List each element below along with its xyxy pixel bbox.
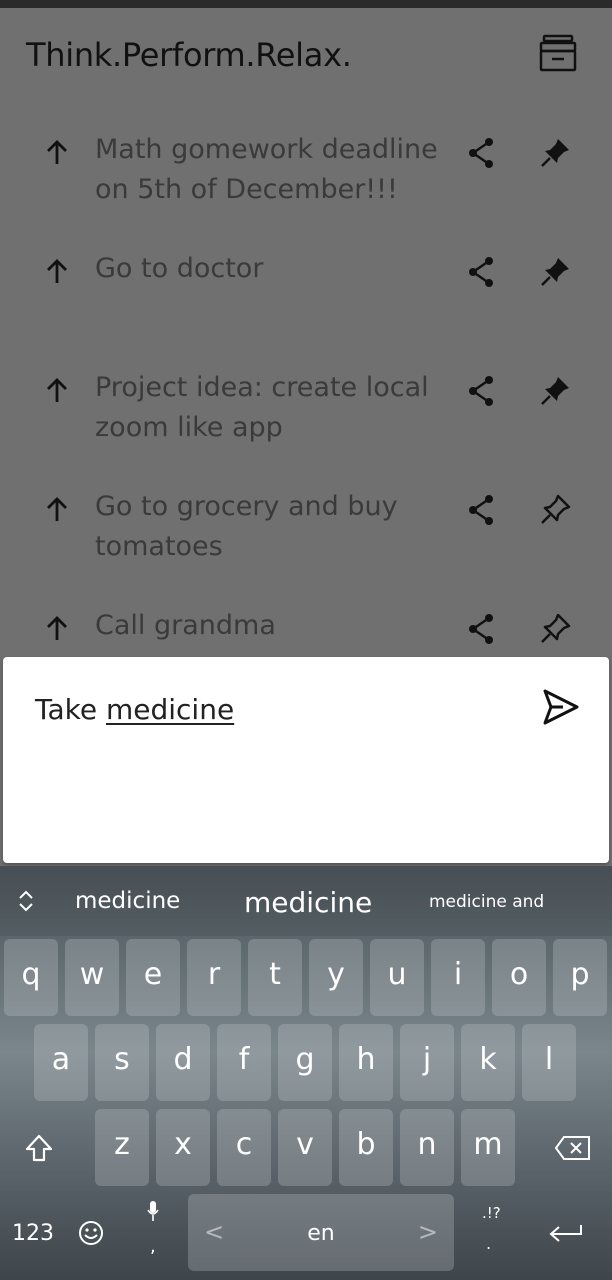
microphone-icon[interactable] xyxy=(146,1200,160,1222)
pin-icon[interactable] xyxy=(538,374,572,408)
key-a[interactable]: a xyxy=(34,1024,88,1101)
emoji-icon[interactable] xyxy=(78,1220,104,1246)
key-r[interactable]: r xyxy=(187,939,241,1016)
key-m[interactable]: m xyxy=(461,1109,515,1186)
key-g[interactable]: g xyxy=(278,1024,332,1101)
new-task-composer[interactable]: Take medicine xyxy=(3,657,609,863)
key-z[interactable]: z xyxy=(95,1109,149,1186)
suggestion-right[interactable]: medicine and xyxy=(429,892,544,912)
punctuation-hint: .!? xyxy=(482,1204,501,1222)
period-key[interactable]: . xyxy=(486,1234,491,1253)
share-icon[interactable] xyxy=(466,255,496,289)
backspace-icon xyxy=(554,1136,590,1160)
space-language-label: en xyxy=(307,1221,335,1246)
key-t[interactable]: t xyxy=(248,939,302,1016)
suggestion-bar: medicine medicine medicine and xyxy=(0,866,612,936)
chevron-right-icon: > xyxy=(417,1218,438,1246)
task-text: Go to grocery and buy tomatoes xyxy=(95,491,398,562)
pin-outline-icon[interactable] xyxy=(538,493,572,527)
share-icon[interactable] xyxy=(466,612,496,646)
pin-outline-icon[interactable] xyxy=(538,612,572,646)
suggestion-left[interactable]: medicine xyxy=(75,888,180,914)
suggestion-center[interactable]: medicine xyxy=(244,886,372,919)
space-key[interactable]: < en > xyxy=(188,1194,454,1271)
enter-icon[interactable] xyxy=(548,1222,584,1246)
status-bar xyxy=(0,0,612,8)
key-i[interactable]: i xyxy=(431,939,485,1016)
key-f[interactable]: f xyxy=(217,1024,271,1101)
share-icon[interactable] xyxy=(466,136,496,170)
key-u[interactable]: u xyxy=(370,939,424,1016)
send-icon[interactable] xyxy=(541,687,581,727)
key-h[interactable]: h xyxy=(339,1024,393,1101)
soft-keyboard: medicine medicine medicine and q w e r t… xyxy=(0,866,612,1280)
new-task-input[interactable]: Take medicine xyxy=(35,693,234,726)
key-n[interactable]: n xyxy=(400,1109,454,1186)
share-icon[interactable] xyxy=(466,493,496,527)
key-j[interactable]: j xyxy=(400,1024,454,1101)
pin-icon[interactable] xyxy=(538,136,572,170)
task-list-screen: Think.Perform.Relax. Math gomework deadl… xyxy=(0,8,612,656)
arrow-up-icon[interactable] xyxy=(44,138,70,168)
task-text: Math gomework deadline on 5th of December… xyxy=(95,134,438,205)
key-y[interactable]: y xyxy=(309,939,363,1016)
shift-icon xyxy=(25,1134,53,1162)
key-p[interactable]: p xyxy=(553,939,607,1016)
expand-toggle-icon[interactable] xyxy=(16,888,36,914)
numbers-key[interactable]: 123 xyxy=(12,1221,54,1246)
composing-word: medicine xyxy=(105,693,235,726)
key-w[interactable]: w xyxy=(65,939,119,1016)
task-text: Call grandma xyxy=(95,610,276,641)
key-s[interactable]: s xyxy=(95,1024,149,1101)
comma-key[interactable]: , xyxy=(150,1236,156,1257)
key-v[interactable]: v xyxy=(278,1109,332,1186)
archive-icon[interactable] xyxy=(538,32,578,80)
arrow-up-icon[interactable] xyxy=(44,614,70,644)
key-l[interactable]: l xyxy=(522,1024,576,1101)
task-text: Project idea: create local zoom like app xyxy=(95,372,429,443)
backspace-key[interactable] xyxy=(540,1109,608,1186)
arrow-up-icon[interactable] xyxy=(44,376,70,406)
shift-key[interactable] xyxy=(4,1109,74,1186)
arrow-up-icon[interactable] xyxy=(44,257,70,287)
share-icon[interactable] xyxy=(466,374,496,408)
key-d[interactable]: d xyxy=(156,1024,210,1101)
app-title: Think.Perform.Relax. xyxy=(26,36,352,74)
task-text: Go to doctor xyxy=(95,253,264,284)
key-q[interactable]: q xyxy=(4,939,58,1016)
key-x[interactable]: x xyxy=(156,1109,210,1186)
arrow-up-icon[interactable] xyxy=(44,495,70,525)
key-k[interactable]: k xyxy=(461,1024,515,1101)
key-e[interactable]: e xyxy=(126,939,180,1016)
key-c[interactable]: c xyxy=(217,1109,271,1186)
key-b[interactable]: b xyxy=(339,1109,393,1186)
key-o[interactable]: o xyxy=(492,939,546,1016)
pin-icon[interactable] xyxy=(538,255,572,289)
